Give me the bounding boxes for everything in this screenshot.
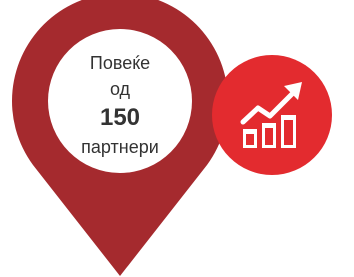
partner-count: 150 bbox=[99, 104, 141, 131]
pin-label-line3: партнери bbox=[81, 137, 159, 157]
pin-label: Повеќе од 150 партнери bbox=[55, 54, 185, 164]
pin-label-line1: Повеќе bbox=[89, 53, 151, 73]
pin-label-line2: од bbox=[109, 79, 131, 99]
